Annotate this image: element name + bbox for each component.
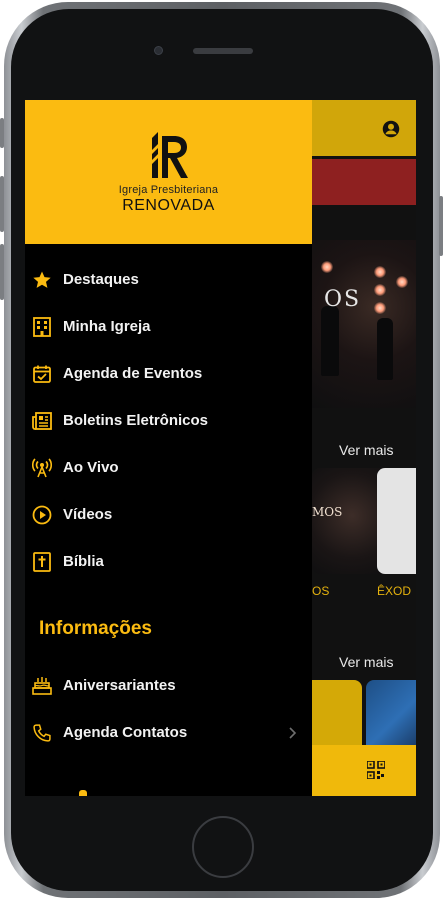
section-title-informacoes: Informações bbox=[39, 618, 152, 639]
newspaper-icon bbox=[32, 411, 52, 431]
front-camera bbox=[154, 46, 163, 55]
thumbnail-text: MOS bbox=[312, 505, 343, 519]
broadcast-tower-icon bbox=[32, 457, 52, 478]
menu-item-label: Boletins Eletrônicos bbox=[63, 412, 209, 429]
home-button[interactable] bbox=[192, 816, 254, 878]
performer-silhouette bbox=[377, 318, 393, 380]
menu-item-ao-vivo[interactable]: Ao Vivo bbox=[25, 444, 312, 491]
see-more-link[interactable]: Ver mais bbox=[339, 654, 393, 670]
earpiece-speaker bbox=[193, 48, 253, 54]
stage-light bbox=[374, 302, 386, 314]
menu-item-minha-igreja[interactable]: Minha Igreja bbox=[25, 303, 312, 350]
navigation-drawer: Igreja Presbiteriana RENOVADA Destaques … bbox=[25, 100, 312, 796]
screen: OS Ver mais MOS OS ÊXOD Ver mais Igreja … bbox=[25, 100, 416, 796]
menu-item-biblia[interactable]: Bíblia bbox=[25, 538, 312, 585]
video-thumbnail[interactable] bbox=[377, 468, 416, 574]
volume-button bbox=[0, 244, 4, 300]
chevron-right-icon bbox=[289, 726, 297, 739]
app-top-bar bbox=[312, 100, 416, 156]
stage-light bbox=[374, 266, 386, 278]
volume-button bbox=[0, 118, 4, 148]
qr-code-icon[interactable] bbox=[367, 761, 385, 779]
volume-button bbox=[0, 176, 4, 232]
video-caption: ÊXOD bbox=[377, 584, 412, 598]
menu-item-label: Minha Igreja bbox=[63, 318, 151, 335]
menu-item-label: Destaques bbox=[63, 271, 139, 288]
brand-title: RENOVADA bbox=[122, 197, 215, 214]
building-icon bbox=[32, 316, 52, 337]
content-card[interactable] bbox=[366, 680, 416, 745]
menu-item-label: Ao Vivo bbox=[63, 459, 119, 476]
menu-item-boletins[interactable]: Boletins Eletrônicos bbox=[25, 397, 312, 444]
user-profile-icon[interactable] bbox=[382, 120, 400, 138]
performer-silhouette bbox=[321, 306, 339, 376]
partial-menu-icon bbox=[79, 790, 87, 796]
red-banner[interactable] bbox=[312, 159, 416, 205]
stage-light bbox=[321, 261, 333, 273]
menu-item-label: Agenda de Eventos bbox=[63, 365, 203, 382]
church-logo-icon bbox=[152, 132, 188, 178]
calendar-check-icon bbox=[32, 364, 52, 384]
bible-icon bbox=[32, 551, 52, 572]
menu-item-label: Aniversariantes bbox=[63, 677, 176, 694]
drawer-header: Igreja Presbiteriana RENOVADA bbox=[25, 100, 312, 244]
menu-item-aniversariantes[interactable]: Aniversariantes bbox=[25, 662, 312, 709]
menu-item-videos[interactable]: Vídeos bbox=[25, 491, 312, 538]
menu-item-label: Bíblia bbox=[63, 553, 104, 570]
content-card[interactable] bbox=[312, 680, 362, 745]
bottom-navigation-bar bbox=[312, 745, 416, 796]
menu-item-label: Agenda Contatos bbox=[63, 724, 188, 741]
video-caption: OS bbox=[312, 584, 330, 598]
menu-item-label: Vídeos bbox=[63, 506, 113, 523]
stage-light bbox=[396, 276, 408, 288]
menu-item-agenda-contatos[interactable]: Agenda Contatos bbox=[25, 709, 312, 756]
see-more-link[interactable]: Ver mais bbox=[339, 442, 393, 458]
birthday-cake-icon bbox=[32, 676, 52, 696]
phone-icon bbox=[32, 723, 52, 743]
brand-subtitle: Igreja Presbiteriana bbox=[118, 184, 219, 196]
play-circle-icon bbox=[32, 505, 52, 525]
power-button bbox=[439, 196, 443, 256]
stage-light bbox=[374, 284, 386, 296]
banner-title-text: OS bbox=[324, 287, 362, 312]
menu-item-agenda-eventos[interactable]: Agenda de Eventos bbox=[25, 350, 312, 397]
menu-item-destaques[interactable]: Destaques bbox=[25, 256, 312, 303]
star-icon bbox=[32, 270, 52, 290]
